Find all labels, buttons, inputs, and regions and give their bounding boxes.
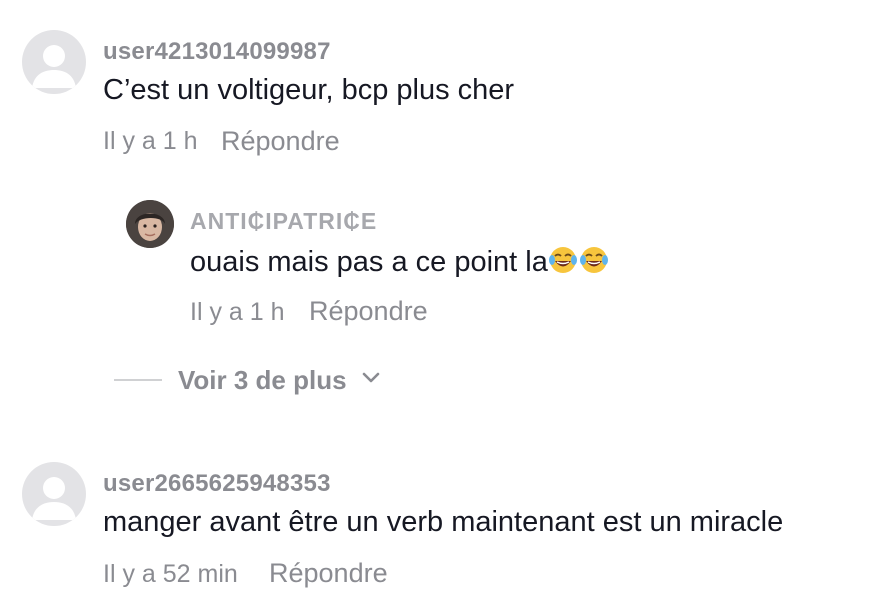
comment-1-username[interactable]: user4213014099987 bbox=[103, 38, 331, 66]
view-more-label: Voir 3 de plus bbox=[178, 364, 347, 395]
face-with-tears-of-joy-icon bbox=[548, 245, 610, 283]
comment-1-timestamp: Il y a 1 h bbox=[103, 127, 198, 155]
comment-2-reply-button[interactable]: Répondre bbox=[269, 558, 388, 589]
comment-2-username[interactable]: user2665625948353 bbox=[103, 470, 331, 498]
avatar-user-2[interactable] bbox=[22, 462, 86, 526]
chevron-down-icon bbox=[361, 371, 381, 390]
comment-1-text: C’est un voltigeur, bcp plus cher bbox=[103, 74, 515, 106]
reply-1-text-row: ouais mais pas a ce point la 😂 bbox=[190, 245, 610, 283]
person-silhouette-icon bbox=[32, 477, 76, 520]
person-silhouette-icon bbox=[32, 45, 76, 88]
reply-1-timestamp: Il y a 1 h bbox=[190, 298, 285, 326]
divider-line bbox=[114, 379, 162, 381]
avatar-user-1[interactable] bbox=[22, 30, 86, 94]
profile-photo-icon bbox=[126, 200, 174, 248]
view-more-replies-button[interactable]: Voir 3 de plus bbox=[114, 362, 381, 398]
reply-1-username[interactable]: ANTI₵IPATRI₵E bbox=[190, 208, 377, 235]
comment-2-text: manger avant être un verb maintenant est… bbox=[103, 506, 784, 538]
comment-1-reply-button[interactable]: Répondre bbox=[221, 126, 340, 157]
reply-1-text: ouais mais pas a ce point la bbox=[190, 246, 548, 278]
comment-2-timestamp: Il y a 52 min bbox=[103, 560, 238, 588]
avatar-reply-1[interactable] bbox=[126, 200, 174, 248]
reply-1-reply-button[interactable]: Répondre bbox=[309, 296, 428, 327]
